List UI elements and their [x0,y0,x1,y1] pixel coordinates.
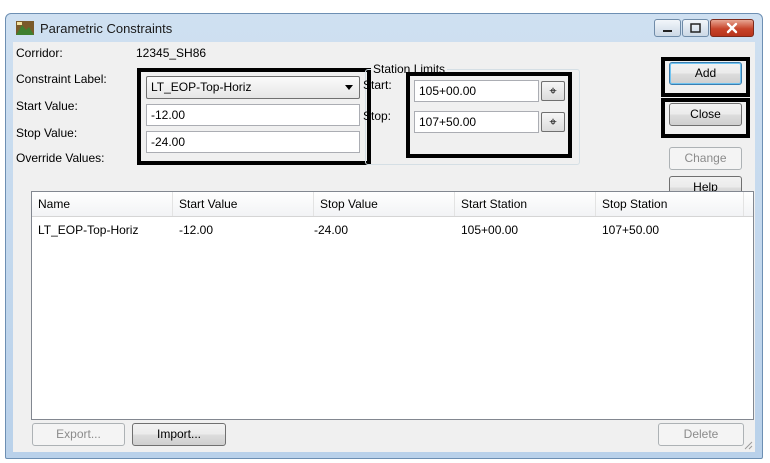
cell-start-value: -12.00 [179,223,214,237]
start-value-input[interactable]: -12.00 [146,104,360,126]
corridor-value: 12345_SH86 [136,46,207,60]
station-start-label: Start: [363,78,392,92]
maximize-icon [690,23,701,33]
window-title: Parametric Constraints [40,21,173,36]
parametric-constraints-dialog: Parametric Constraints Corridor: 12345_S… [5,13,763,459]
stop-value-label: Stop Value: [16,126,78,140]
constraint-label-combo-value: LT_EOP-Top-Horiz [151,80,252,94]
constraint-label-label: Constraint Label: [16,72,107,86]
crosshair-icon: ⌖ [549,114,557,129]
station-start-input[interactable]: 105+00.00 [414,80,539,102]
column-header-stop-value[interactable]: Stop Value [314,192,455,216]
list-header: Name Start Value Stop Value Start Statio… [32,192,753,217]
cell-start-station: 105+00.00 [461,223,519,237]
window-close-button[interactable] [710,19,754,37]
import-button[interactable]: Import... [132,423,226,446]
maximize-button[interactable] [682,19,709,37]
minimize-icon [663,30,672,32]
crosshair-icon: ⌖ [549,83,557,98]
cell-stop-station: 107+50.00 [602,223,660,237]
dialog-body: Corridor: 12345_SH86 Constraint Label: S… [13,42,755,452]
station-stop-label: Stop: [363,109,392,123]
minimize-button[interactable] [654,19,681,37]
cell-name: LT_EOP-Top-Horiz [38,223,139,237]
resize-grip-icon[interactable] [743,440,753,450]
close-button[interactable]: Close [669,103,742,126]
start-value-label: Start Value: [16,99,78,113]
station-stop-text: 107+50.00 [419,115,477,129]
add-button[interactable]: Add [669,62,742,85]
constraint-label-combo[interactable]: LT_EOP-Top-Horiz [146,76,360,99]
station-start-pick-button[interactable]: ⌖ [541,81,565,101]
column-header-start-value[interactable]: Start Value [173,192,314,216]
column-header-stop-station[interactable]: Stop Station [596,192,744,216]
column-header-start-station[interactable]: Start Station [455,192,596,216]
override-values-label: Override Values: [16,151,105,165]
override-values-list[interactable]: Name Start Value Stop Value Start Statio… [31,191,754,420]
export-button[interactable]: Export... [32,423,125,446]
station-start-text: 105+00.00 [419,84,477,98]
corridor-app-icon [16,21,34,35]
change-button[interactable]: Change [669,147,742,170]
title-bar[interactable]: Parametric Constraints [6,14,762,42]
cell-stop-value: -24.00 [314,223,349,237]
chevron-down-icon[interactable] [345,85,353,90]
station-stop-pick-button[interactable]: ⌖ [541,112,565,132]
start-value-text: -12.00 [151,108,186,122]
station-stop-input[interactable]: 107+50.00 [414,111,539,133]
corridor-label: Corridor: [16,46,63,60]
column-header-name[interactable]: Name [32,192,173,216]
stop-value-input[interactable]: -24.00 [146,131,360,153]
delete-button[interactable]: Delete [658,423,744,446]
close-icon [726,22,738,34]
stop-value-text: -24.00 [151,135,186,149]
